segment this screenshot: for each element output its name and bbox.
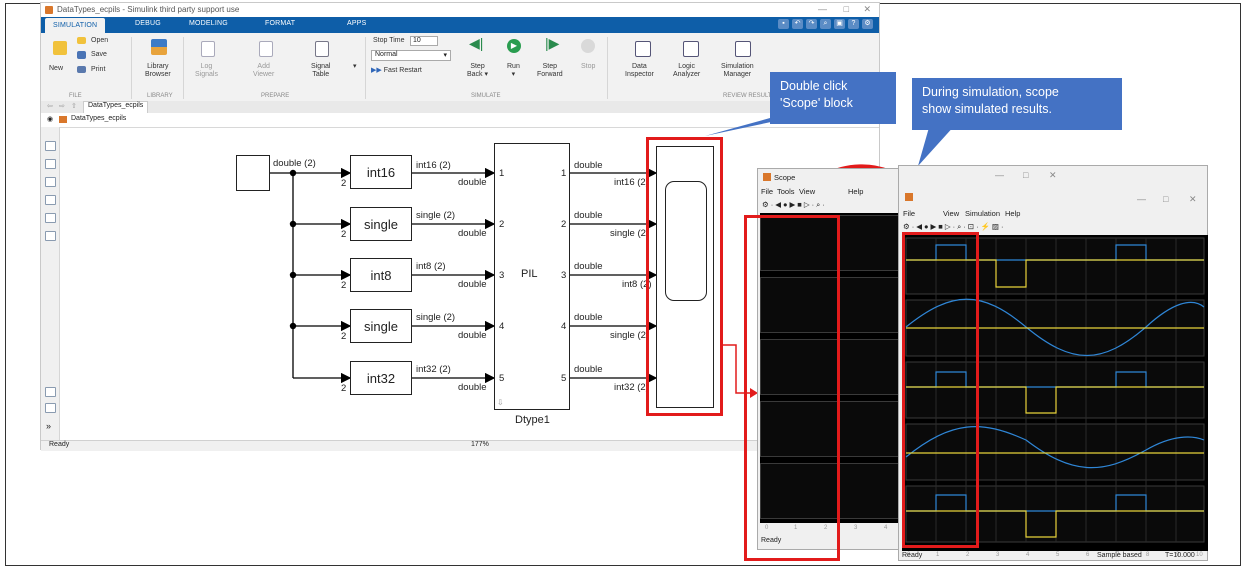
block-label: single bbox=[364, 216, 398, 232]
in-port-5: 5 bbox=[499, 373, 505, 384]
type-label: double bbox=[458, 279, 487, 290]
down-arrow-icon: ⇩ bbox=[497, 398, 504, 407]
pil-label: PIL bbox=[521, 268, 538, 280]
out-signal-label: int32 (2) bbox=[614, 382, 649, 393]
type-label: double bbox=[458, 228, 487, 239]
convert-block-int16[interactable]: int16 bbox=[350, 155, 412, 189]
scope-toolbar[interactable]: ⚙·◀●▶■▷·⌕· bbox=[762, 200, 827, 210]
out-port-4: 4 bbox=[561, 321, 567, 332]
close-icon[interactable]: ✕ bbox=[1049, 170, 1057, 181]
menu-help[interactable]: Help bbox=[1005, 209, 1020, 218]
menu-view[interactable]: View bbox=[799, 187, 815, 196]
in-port-3: 3 bbox=[499, 270, 505, 281]
block-label: int16 bbox=[366, 164, 396, 180]
x-tick: 3 bbox=[996, 552, 1000, 558]
x-tick: 8 bbox=[1146, 552, 1150, 558]
x-tick: 10 bbox=[1196, 552, 1203, 558]
callout-simulation: During simulation, scope show simulated … bbox=[912, 78, 1122, 130]
out-port-1: 1 bbox=[561, 168, 567, 179]
out-type-label: double bbox=[574, 261, 603, 272]
scope-toolbar[interactable]: ⚙·◀●▶■▷·⌕·⊡·⚡▨· bbox=[903, 222, 1005, 232]
convert-block-int32[interactable]: int32 bbox=[350, 361, 412, 395]
block-label: single bbox=[364, 318, 398, 334]
callout-line: show simulated results. bbox=[922, 102, 1052, 116]
dim-label: 2 bbox=[341, 178, 347, 189]
sim-time-label: T=10.000 bbox=[1165, 552, 1195, 559]
menu-view[interactable]: View bbox=[943, 209, 959, 218]
scope-icon bbox=[763, 173, 771, 181]
scope-title: Scope bbox=[774, 173, 796, 182]
close-icon[interactable]: ✕ bbox=[1189, 194, 1197, 205]
pil-block[interactable]: PIL 1 2 3 4 5 1 2 3 4 5 ⇩ bbox=[494, 143, 570, 410]
signal-label: int8 (2) bbox=[416, 261, 446, 272]
convert-block-single-2[interactable]: single bbox=[350, 309, 412, 343]
out-type-label: double bbox=[574, 210, 603, 221]
type-label: double bbox=[458, 382, 487, 393]
dim-label: 2 bbox=[341, 331, 347, 342]
scope-icon bbox=[905, 193, 913, 201]
block-label: int32 bbox=[366, 370, 396, 386]
scope-large-highlight bbox=[902, 232, 979, 548]
type-label: double bbox=[458, 177, 487, 188]
minimize-icon[interactable]: — bbox=[1137, 194, 1146, 204]
convert-block-single[interactable]: single bbox=[350, 207, 412, 241]
maximize-icon[interactable]: □ bbox=[1163, 194, 1168, 204]
scope-highlight bbox=[646, 137, 723, 416]
x-tick: 2 bbox=[966, 552, 970, 558]
menu-file[interactable]: File bbox=[761, 187, 773, 196]
signal-label: int32 (2) bbox=[416, 364, 451, 375]
out-type-label: double bbox=[574, 160, 603, 171]
source-signal-label: double (2) bbox=[273, 158, 316, 169]
source-block[interactable] bbox=[236, 155, 270, 191]
x-tick: 1 bbox=[936, 552, 940, 558]
in-port-1: 1 bbox=[499, 168, 505, 179]
out-type-label: double bbox=[574, 364, 603, 375]
callout-line: During simulation, scope bbox=[922, 85, 1059, 99]
menu-help[interactable]: Help bbox=[848, 187, 863, 196]
dim-label: 2 bbox=[341, 383, 347, 394]
in-port-4: 4 bbox=[499, 321, 505, 332]
subsystem-name: Dtype1 bbox=[515, 414, 550, 426]
maximize-icon[interactable]: □ bbox=[1023, 170, 1028, 180]
type-label: double bbox=[458, 330, 487, 341]
scope-small-highlight bbox=[744, 215, 840, 561]
signal-label: single (2) bbox=[416, 312, 456, 323]
x-tick: 6 bbox=[1086, 552, 1090, 558]
signal-label: single (2) bbox=[416, 210, 456, 221]
dim-label: 2 bbox=[341, 229, 347, 240]
block-label: int8 bbox=[370, 267, 392, 283]
dim-label: 2 bbox=[341, 280, 347, 291]
x-tick: 5 bbox=[1056, 552, 1060, 558]
scope-status: Ready bbox=[902, 552, 923, 559]
signal-label: int16 (2) bbox=[416, 160, 451, 171]
x-tick: 4 bbox=[1026, 552, 1030, 558]
x-tick: 3 bbox=[854, 525, 858, 531]
sample-based-label: Sample based bbox=[1097, 552, 1142, 559]
x-tick: 4 bbox=[884, 525, 888, 531]
minimize-icon[interactable]: — bbox=[995, 170, 1004, 180]
out-signal-label: int16 (2) bbox=[614, 177, 649, 188]
menu-simulation[interactable]: Simulation bbox=[965, 209, 1000, 218]
out-port-5: 5 bbox=[561, 373, 567, 384]
out-port-3: 3 bbox=[561, 270, 567, 281]
out-signal-label: single (2) bbox=[610, 228, 650, 239]
out-type-label: double bbox=[574, 312, 603, 323]
callout-double-click: Double click 'Scope' block bbox=[770, 72, 896, 124]
in-port-2: 2 bbox=[499, 219, 505, 230]
menu-file[interactable]: File bbox=[903, 209, 915, 218]
convert-block-int8[interactable]: int8 bbox=[350, 258, 412, 292]
callout-pointer bbox=[705, 118, 780, 136]
callout-pointer bbox=[918, 124, 956, 166]
callout-line: Double click bbox=[780, 79, 848, 93]
callout-line: 'Scope' block bbox=[780, 96, 853, 110]
menu-tools[interactable]: Tools bbox=[777, 187, 795, 196]
out-signal-label: single (2) bbox=[610, 330, 650, 341]
out-port-2: 2 bbox=[561, 219, 567, 230]
